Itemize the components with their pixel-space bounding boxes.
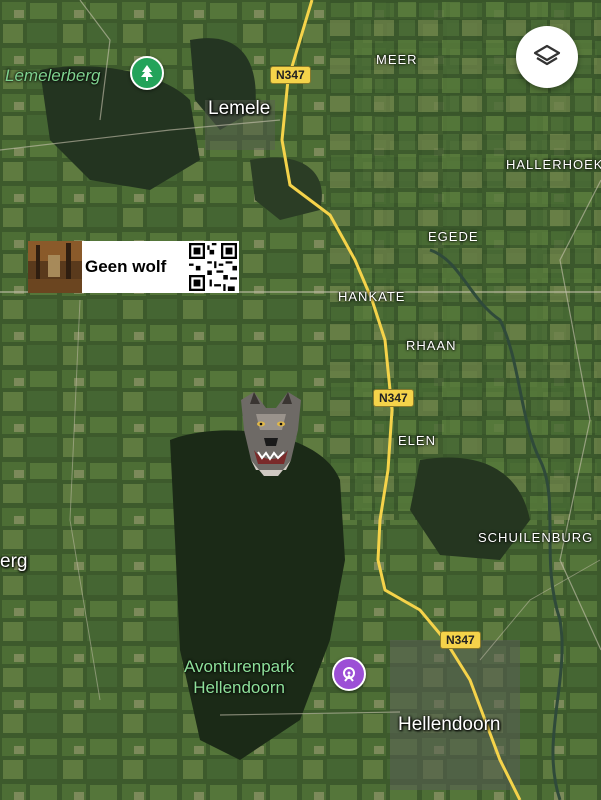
road-shield-n347-1: N347	[270, 66, 311, 84]
poi-avonturenpark-label[interactable]: Avonturenpark Hellendoorn	[184, 656, 294, 698]
tree-icon[interactable]	[130, 56, 164, 90]
place-egede[interactable]: EGEDE	[428, 229, 479, 244]
place-elen[interactable]: ELEN	[398, 433, 436, 448]
road-shield-n347-2: N347	[373, 389, 414, 407]
place-erg-partial[interactable]: erg	[0, 551, 27, 573]
forest-photo-thumbnail	[28, 241, 82, 293]
geen-wolf-text: Geen wolf	[85, 257, 167, 276]
place-hankate[interactable]: HANKATE	[338, 289, 405, 304]
poi-lemelerberg-label[interactable]: Lemelerberg	[5, 66, 100, 86]
place-lemele[interactable]: Lemele	[208, 98, 270, 120]
poi-avonturenpark-line2: Hellendoorn	[193, 678, 285, 697]
qr-code-icon	[189, 243, 237, 291]
place-meer[interactable]: MEER	[376, 52, 418, 67]
layers-button[interactable]	[516, 26, 578, 88]
place-schuilenburg[interactable]: SCHUILENBURG	[478, 530, 593, 545]
place-hellendoorn[interactable]: Hellendoorn	[398, 714, 500, 736]
place-rhaan[interactable]: RHAAN	[406, 338, 457, 353]
layers-icon	[533, 44, 561, 66]
attraction-icon[interactable]	[332, 657, 366, 691]
poi-avonturenpark-line1: Avonturenpark	[184, 657, 295, 676]
geen-wolf-banner[interactable]: Geen wolf	[28, 241, 239, 293]
place-hallerhoek[interactable]: HALLERHOEK	[506, 157, 601, 172]
wolf-image[interactable]	[236, 390, 306, 478]
road-shield-n347-3: N347	[440, 631, 481, 649]
